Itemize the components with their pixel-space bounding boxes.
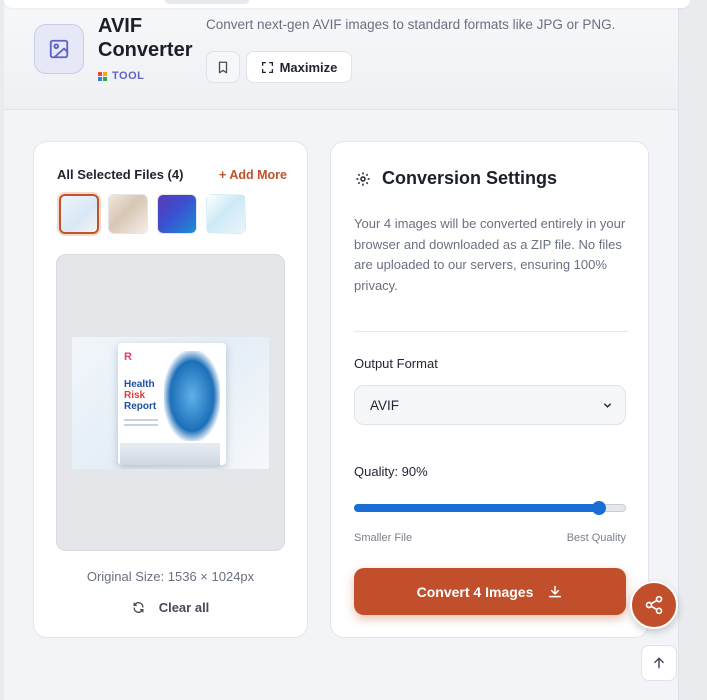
files-panel: All Selected Files (4) + Add More R Heal… bbox=[33, 141, 308, 638]
chevron-down-icon bbox=[604, 402, 611, 408]
maximize-button[interactable]: Maximize bbox=[246, 51, 352, 83]
files-title: All Selected Files (4) bbox=[57, 167, 184, 182]
report-title: Health Risk Report bbox=[124, 379, 156, 412]
share-icon bbox=[645, 595, 663, 615]
report-text-lines bbox=[124, 419, 158, 429]
refresh-icon bbox=[133, 602, 144, 613]
output-format-select[interactable]: AVIF bbox=[354, 385, 626, 425]
settings-panel: Conversion Settings Your 4 images will b… bbox=[330, 141, 649, 638]
clear-all-button[interactable]: Clear all bbox=[34, 600, 307, 615]
slider-min-label: Smaller File bbox=[354, 532, 413, 544]
output-format-value: AVIF bbox=[370, 397, 400, 413]
slider-thumb[interactable] bbox=[591, 501, 606, 515]
settings-description: Your 4 images will be converted entirely… bbox=[354, 216, 626, 293]
image-preview: R Health Risk Report bbox=[56, 254, 285, 551]
thumbnail-2[interactable] bbox=[108, 194, 148, 234]
grid-icon bbox=[98, 71, 107, 81]
thumbnail-1[interactable] bbox=[59, 194, 99, 234]
convert-label: Convert 4 Images bbox=[416, 583, 534, 600]
convert-button[interactable]: Convert 4 Images bbox=[354, 568, 626, 615]
report-title-line-2: Risk bbox=[124, 390, 146, 401]
report-title-line-3: Report bbox=[124, 401, 157, 412]
download-icon bbox=[549, 585, 562, 597]
page-title: AVIF Converter bbox=[98, 15, 193, 61]
report-logo: R bbox=[124, 351, 132, 363]
share-button[interactable] bbox=[630, 581, 678, 629]
scroll-top-button[interactable] bbox=[641, 645, 677, 681]
top-tab bbox=[164, 0, 250, 4]
thumbnail-4[interactable] bbox=[206, 194, 246, 234]
maximize-label: Maximize bbox=[279, 59, 338, 75]
slider-fill bbox=[354, 504, 599, 512]
slider-max-label: Best Quality bbox=[566, 532, 626, 544]
report-cover: R Health Risk Report bbox=[118, 343, 226, 465]
page: AVIF Converter TOOL Convert next-gen AVI… bbox=[4, 0, 690, 700]
quality-label: Quality: 90% bbox=[354, 464, 428, 479]
thumbnail-3[interactable] bbox=[157, 194, 197, 234]
arrow-up-icon bbox=[654, 657, 664, 669]
settings-title: Conversion Settings bbox=[382, 168, 558, 188]
bookmark-icon bbox=[218, 61, 228, 73]
add-more-button[interactable]: + Add More bbox=[219, 168, 287, 182]
files-header: All Selected Files (4) + Add More bbox=[57, 167, 287, 182]
bookmark-button[interactable] bbox=[206, 51, 240, 83]
divider bbox=[354, 331, 628, 332]
thumbnail-strip bbox=[59, 194, 246, 234]
original-size: Original Size: 1536 × 1024px bbox=[86, 569, 255, 584]
output-format-label: Output Format bbox=[354, 356, 438, 371]
expand-icon bbox=[261, 61, 273, 73]
tool-description: Convert next-gen AVIF images to standard… bbox=[206, 17, 616, 32]
quality-slider[interactable] bbox=[354, 501, 626, 515]
tool-badge: TOOL bbox=[98, 70, 144, 82]
image-icon bbox=[34, 24, 84, 74]
body-illustration bbox=[164, 351, 220, 441]
clear-all-label: Clear all bbox=[158, 600, 210, 615]
gear-icon bbox=[356, 171, 370, 186]
preview-image: R Health Risk Report bbox=[72, 337, 269, 469]
slider-labels: Smaller File Best Quality bbox=[354, 532, 626, 544]
clipboard-illustration bbox=[120, 443, 220, 465]
badge-label: TOOL bbox=[112, 70, 145, 82]
report-title-line-1: Health bbox=[124, 379, 155, 390]
settings-header: Conversion Settings bbox=[355, 168, 557, 189]
top-panel-edge bbox=[4, 0, 690, 8]
